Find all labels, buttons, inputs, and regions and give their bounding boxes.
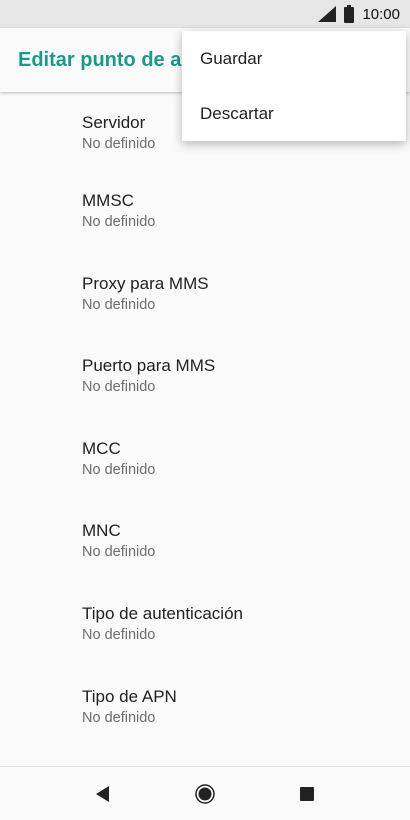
battery-icon: [344, 5, 355, 23]
setting-value: No definido: [82, 626, 156, 643]
setting-title: Proxy para MMS: [82, 273, 209, 293]
status-time: 10:00: [362, 5, 400, 23]
setting-item-proxy-mms[interactable]: Proxy para MMS No definido: [0, 255, 410, 338]
status-bar: 10:00: [0, 0, 410, 28]
home-icon[interactable]: [194, 783, 216, 805]
menu-item-descartar[interactable]: Descartar: [182, 86, 406, 141]
setting-title: MNC: [82, 521, 121, 541]
overflow-menu: Guardar Descartar: [182, 31, 406, 141]
setting-value: No definido: [82, 379, 156, 396]
setting-item-puerto-mms[interactable]: Puerto para MMS No definido: [0, 337, 410, 420]
setting-title: Puerto para MMS: [82, 356, 216, 376]
signal-icon: [318, 6, 337, 22]
setting-value: No definido: [82, 461, 156, 478]
recents-icon[interactable]: [296, 783, 318, 805]
menu-item-guardar[interactable]: Guardar: [182, 31, 406, 86]
screen: 10:00 Editar punto de acceso Servidor No…: [0, 0, 410, 820]
navigation-bar: [0, 766, 410, 820]
setting-item-tipo-autenticacion[interactable]: Tipo de autenticación No definido: [0, 585, 410, 668]
setting-value: No definido: [82, 544, 156, 561]
setting-title: Tipo de autenticación: [82, 603, 243, 623]
setting-item-mmsc[interactable]: MMSC No definido: [0, 172, 410, 255]
setting-item-mnc[interactable]: MNC No definido: [0, 502, 410, 585]
back-icon[interactable]: [92, 783, 114, 805]
setting-item-tipo-apn[interactable]: Tipo de APN No definido: [0, 668, 410, 751]
setting-value: No definido: [82, 296, 156, 313]
setting-title: Tipo de APN: [82, 686, 177, 706]
setting-title: MMSC: [82, 191, 134, 210]
setting-value: No definido: [82, 709, 156, 726]
settings-list: Servidor No definido MMSC No definido Pr…: [0, 92, 410, 750]
setting-item-mcc[interactable]: MCC No definido: [0, 420, 410, 503]
setting-title: MCC: [82, 438, 121, 458]
setting-value: No definido: [82, 214, 156, 230]
